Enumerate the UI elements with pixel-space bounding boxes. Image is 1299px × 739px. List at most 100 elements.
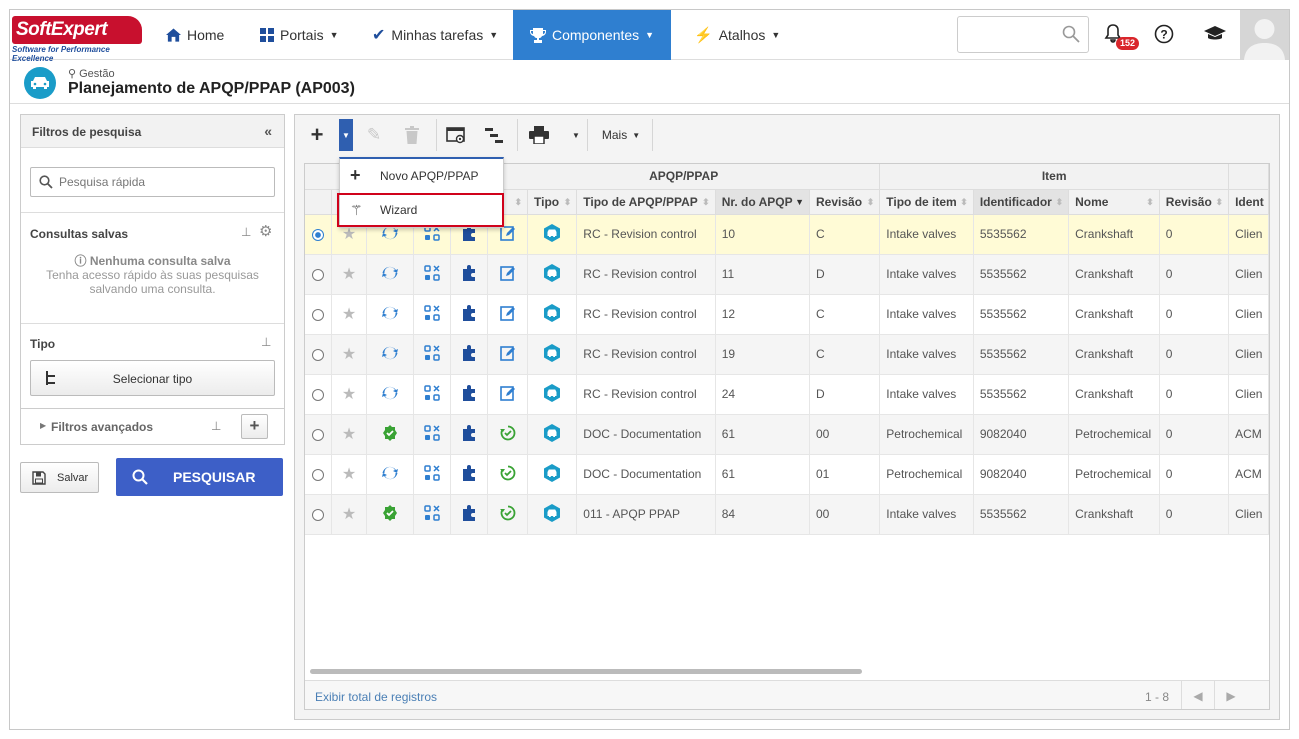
favorite-cell[interactable]: ★: [331, 374, 368, 415]
table-row[interactable]: ★ RC - Revision control 11 D Intake valves 55…: [305, 254, 1269, 295]
action-cell: [413, 494, 451, 535]
print-dropdown-toggle[interactable]: ▼: [571, 121, 581, 149]
star-icon[interactable]: ★: [342, 226, 356, 243]
nav-home[interactable]: Home: [162, 10, 228, 60]
col-header-nome[interactable]: Nome ⬍: [1068, 189, 1160, 215]
status-cell: [366, 254, 414, 295]
delete-button[interactable]: [399, 121, 425, 149]
advanced-filters-row[interactable]: ▶ Filtros avançados ⊥ +: [20, 409, 285, 445]
favorite-cell[interactable]: ★: [331, 414, 368, 455]
col-header-item-revisao[interactable]: Revisão ⬍: [1159, 189, 1230, 215]
row-select-cell[interactable]: [305, 254, 332, 295]
select-type-button[interactable]: Selecionar tipo: [30, 360, 275, 396]
favorite-cell[interactable]: ★: [331, 454, 368, 495]
col-select: [305, 189, 332, 215]
table-row[interactable]: ★ RC - Revision control 12 C Intake valves 55…: [305, 294, 1269, 335]
search-icon[interactable]: [1062, 25, 1080, 43]
table-row[interactable]: ★ RC - Revision control 19 C Intake valves 55…: [305, 334, 1269, 375]
nav-portals[interactable]: Portais ▼: [256, 10, 343, 60]
item-type-cell: Intake valves: [879, 254, 974, 295]
row-select-cell[interactable]: [305, 494, 332, 535]
location-pin-icon: ⚲: [68, 68, 80, 80]
row-radio[interactable]: [311, 228, 324, 241]
apqp-type-cell: RC - Revision control: [576, 374, 716, 415]
star-icon[interactable]: ★: [342, 506, 356, 523]
horizontal-scrollbar[interactable]: [310, 669, 862, 674]
next-page-button[interactable]: ▶: [1214, 681, 1247, 709]
search-button[interactable]: PESQUISAR: [116, 458, 283, 496]
row-select-cell[interactable]: [305, 414, 332, 455]
table-row[interactable]: ★ DOC - Documentation 61 00 Petrochemical 908…: [305, 414, 1269, 455]
apqp-number-cell: 11: [715, 254, 811, 295]
nav-components-label: Componentes: [552, 27, 640, 43]
star-icon[interactable]: ★: [342, 426, 356, 443]
col-header-nr-apqp[interactable]: Nr. do APQP ▼: [715, 189, 811, 215]
row-radio[interactable]: [311, 308, 324, 321]
row-select-cell[interactable]: [305, 334, 332, 375]
favorite-cell[interactable]: ★: [331, 254, 368, 295]
add-button[interactable]: +: [304, 121, 330, 149]
caret-down-icon: ▼: [632, 130, 641, 140]
row-radio[interactable]: [311, 348, 324, 361]
more-button[interactable]: Mais ▼: [595, 121, 647, 149]
broom-icon[interactable]: ⊥: [211, 419, 221, 433]
quick-search-input[interactable]: Pesquisa rápida: [30, 167, 275, 197]
col-header-tipo[interactable]: Tipo ⬍: [527, 189, 578, 215]
row-radio[interactable]: [311, 508, 324, 521]
col-header-tipo-item[interactable]: Tipo de item ⬍: [879, 189, 974, 215]
col-label: Revisão: [1165, 194, 1212, 209]
collapse-icon[interactable]: «: [264, 123, 272, 139]
broom-icon[interactable]: ⊥: [261, 335, 271, 349]
star-icon[interactable]: ★: [342, 306, 356, 323]
plus-icon: +: [350, 165, 361, 185]
add-dropdown-toggle[interactable]: ▼: [339, 119, 353, 151]
row-radio[interactable]: [311, 468, 324, 481]
show-total-link[interactable]: Exibir total de registros: [315, 690, 437, 704]
menu-item-new-apqp[interactable]: + Novo APQP/PPAP: [340, 159, 503, 193]
favorite-cell[interactable]: ★: [331, 294, 368, 335]
row-select-cell[interactable]: [305, 454, 332, 495]
favorite-cell[interactable]: ★: [331, 494, 368, 535]
row-radio[interactable]: [311, 428, 324, 441]
print-button[interactable]: [525, 121, 553, 149]
view-button[interactable]: [443, 121, 469, 149]
divider: [652, 119, 653, 151]
table-row[interactable]: ★ RC - Revision control 24 D Intake valves 55…: [305, 374, 1269, 415]
col-header-ident[interactable]: Ident: [1228, 189, 1269, 215]
save-button[interactable]: Salvar: [20, 462, 99, 493]
hierarchy-button[interactable]: [481, 121, 507, 149]
softexpert-logo[interactable]: SoftExpert Software for Performance Exce…: [12, 16, 142, 63]
col-label: Ident: [1235, 194, 1264, 209]
row-radio[interactable]: [311, 388, 324, 401]
favorite-cell[interactable]: ★: [331, 334, 368, 375]
col-header-tipo-apqp[interactable]: Tipo de APQP/PPAP ⬍: [576, 189, 716, 215]
help-icon[interactable]: ?: [1152, 22, 1176, 46]
star-icon[interactable]: ★: [342, 386, 356, 403]
edit-button[interactable]: ✎: [361, 121, 387, 149]
table-row[interactable]: ★ DOC - Documentation 61 01 Petrochemical 908…: [305, 454, 1269, 495]
divider: [21, 212, 284, 213]
graduation-cap-icon[interactable]: [1203, 22, 1227, 46]
nav-shortcuts[interactable]: ⚡ Atalhos ▼: [690, 10, 784, 60]
row-select-cell[interactable]: [305, 374, 332, 415]
breadcrumb[interactable]: ⚲ Gestão: [68, 67, 115, 80]
col-header-identificador[interactable]: Identificador ⬍: [973, 189, 1070, 215]
add-filter-button[interactable]: +: [241, 414, 268, 439]
advanced-filters-label: Filtros avançados: [51, 420, 154, 434]
broom-icon[interactable]: ⊥: [241, 225, 251, 239]
nav-components[interactable]: Componentes ▼: [513, 10, 671, 60]
previous-page-button[interactable]: ◀: [1181, 681, 1214, 709]
nav-my-tasks[interactable]: ✔ Minhas tarefas ▼: [368, 10, 502, 60]
gear-icon[interactable]: ⚙: [259, 222, 272, 240]
component-cell: [450, 454, 489, 495]
row-select-cell[interactable]: [305, 294, 332, 335]
table-row[interactable]: ★ 011 - APQP PPAP 84 00 Intake valves 5535562…: [305, 494, 1269, 535]
global-search-input[interactable]: [957, 16, 1089, 53]
row-select-cell[interactable]: [305, 214, 332, 255]
star-icon[interactable]: ★: [342, 466, 356, 483]
star-icon[interactable]: ★: [342, 346, 356, 363]
user-avatar[interactable]: [1240, 10, 1289, 60]
star-icon[interactable]: ★: [342, 266, 356, 283]
col-header-revisao[interactable]: Revisão ⬍: [809, 189, 881, 215]
row-radio[interactable]: [311, 268, 324, 281]
